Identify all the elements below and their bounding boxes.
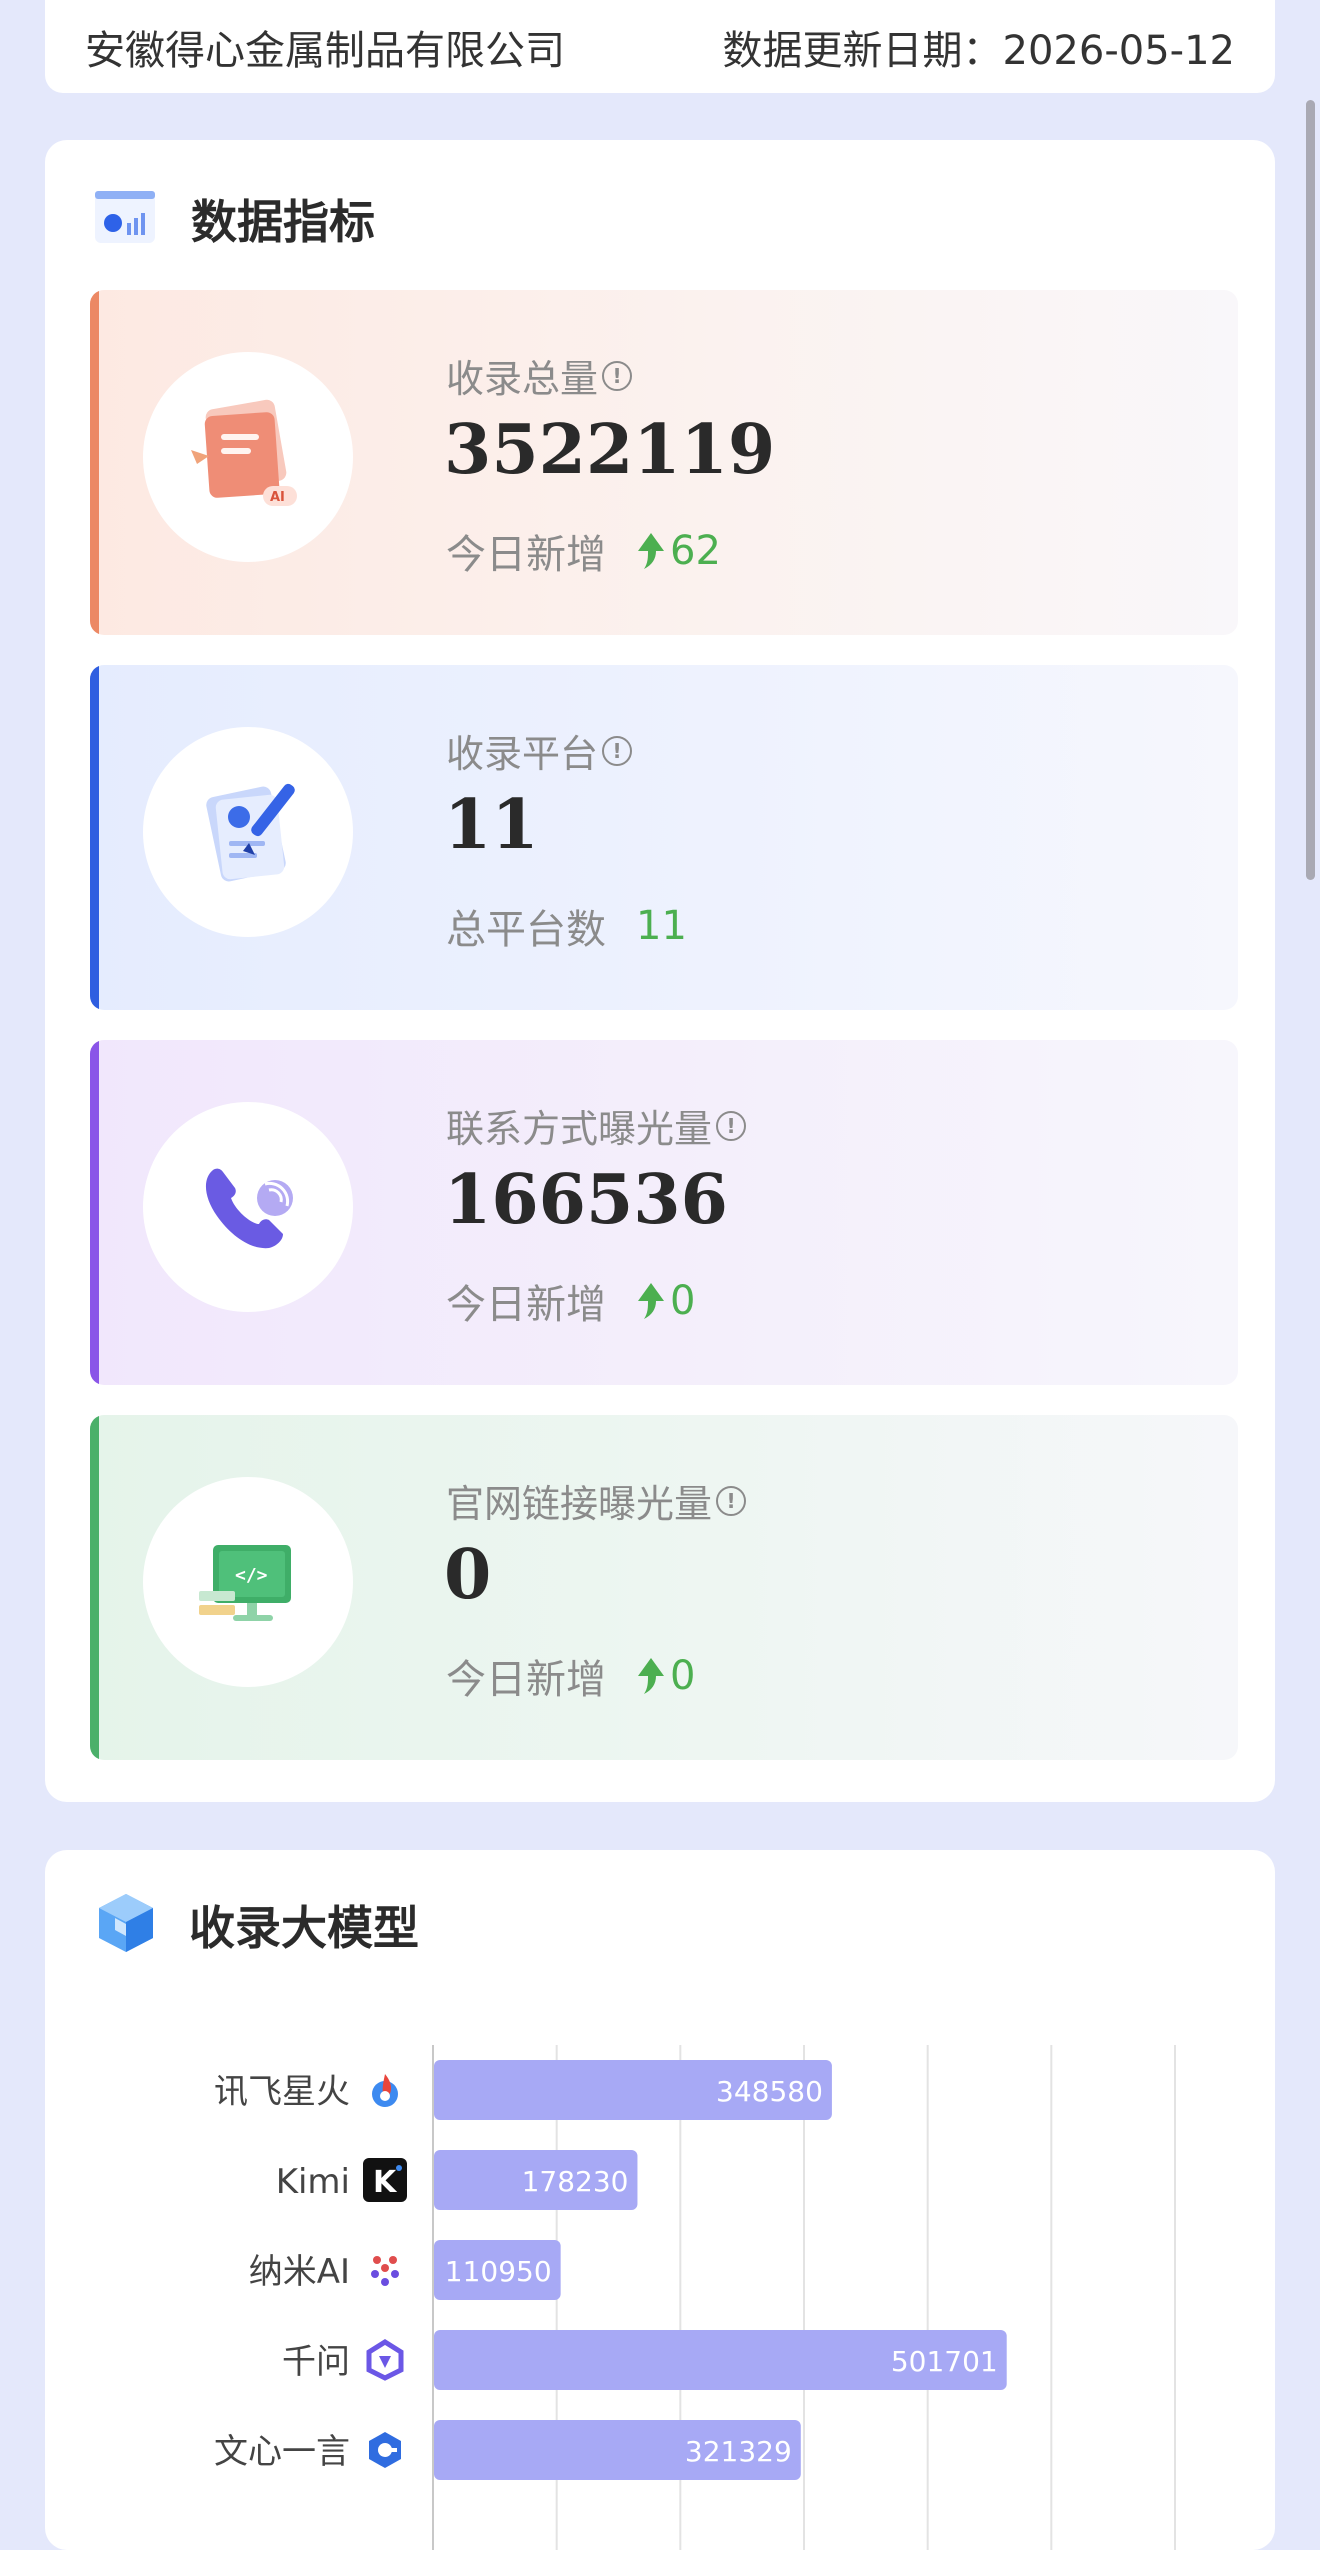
metric-delta-value: 0 <box>670 1278 696 1324</box>
info-icon[interactable]: ! <box>716 1485 747 1516</box>
metric-value: 166536 <box>444 1160 728 1240</box>
metric-card-website-exposure: </> 官网链接曝光量 ! 0 今日新增 0 <box>90 1415 1238 1760</box>
metric-label: 官网链接曝光量 ! <box>446 1473 747 1528</box>
accent-bar <box>90 1415 99 1760</box>
metric-card-contact-exposure: 联系方式曝光量 ! 166536 今日新增 0 <box>90 1040 1238 1385</box>
metric-sub-label: 今日新增 <box>446 1282 606 1328</box>
metric-sub: 今日新增 0 <box>446 1647 695 1705</box>
info-icon[interactable]: ! <box>602 360 633 391</box>
metric-sub: 今日新增 62 <box>446 522 721 580</box>
metrics-card: 数据指标 AI 收录总量 ! 3522119 今日新增 62 收录平台 ! 11… <box>45 140 1275 1802</box>
metric-sub-label: 今日新增 <box>446 532 606 578</box>
wenxin-logo-icon <box>369 2432 401 2468</box>
models-card: 收录大模型 讯飞星火 348580 Kimi K 178230 纳米AI 110950 千问 5… <box>45 1850 1275 2550</box>
qianwen-logo-icon <box>366 2339 404 2381</box>
metric-label-text: 联系方式曝光量 <box>446 1107 713 1151</box>
svg-text:AI: AI <box>270 490 285 505</box>
category-label: 纳米AI <box>249 2252 350 2292</box>
metrics-card-header: 数据指标 <box>93 184 375 254</box>
spark-flame-icon <box>372 2074 398 2107</box>
metric-sub-label: 今日新增 <box>446 1657 606 1703</box>
metric-value: 11 <box>444 785 539 865</box>
bar-value-label: 110950 <box>445 2255 552 2288</box>
update-date-value: 2026-05-12 <box>1002 27 1235 74</box>
category-label: 文心一言 <box>214 2432 350 2472</box>
category-label: 讯飞星火 <box>214 2072 350 2112</box>
metric-delta-value: 62 <box>670 528 721 574</box>
kimi-logo-icon: K <box>363 2158 407 2202</box>
metric-label: 联系方式曝光量 ! <box>446 1098 747 1153</box>
document-ai-icon: AI <box>143 352 353 562</box>
metric-sub: 总平台数 11 <box>446 897 687 955</box>
accent-bar <box>90 665 99 1010</box>
info-icon[interactable]: ! <box>602 735 633 766</box>
metric-sub: 今日新增 0 <box>446 1272 695 1330</box>
metrics-title: 数据指标 <box>191 195 375 249</box>
metric-delta-value: 0 <box>670 1653 696 1699</box>
update-date-label: 数据更新日期： <box>722 27 1003 74</box>
metric-label-text: 收录总量 <box>446 357 599 401</box>
metric-delta-value: 11 <box>636 903 687 949</box>
metric-value: 3522119 <box>444 410 776 490</box>
metric-label: 收录平台 ! <box>446 723 633 778</box>
metric-label-text: 官网链接曝光量 <box>446 1482 713 1526</box>
update-date: 数据更新日期：2026-05-12 <box>723 18 1235 76</box>
bar-value-label: 348580 <box>716 2075 823 2108</box>
accent-bar <box>90 1040 99 1385</box>
arrow-up-icon <box>638 1658 664 1694</box>
metric-card-platforms: 收录平台 ! 11 总平台数 11 <box>90 665 1238 1010</box>
bar-value-label: 501701 <box>891 2345 998 2378</box>
category-label: 千问 <box>282 2342 350 2382</box>
nami-logo-icon <box>371 2256 399 2286</box>
metric-value: 0 <box>444 1535 492 1615</box>
svg-text:</>: </> <box>235 1565 268 1586</box>
category-label: Kimi <box>276 2162 350 2202</box>
svg-text:K: K <box>373 2165 398 2200</box>
metric-label-text: 收录平台 <box>446 732 599 776</box>
dashboard-chart-icon <box>93 189 157 249</box>
metric-sub-label: 总平台数 <box>446 907 606 953</box>
scrollbar[interactable] <box>1306 100 1315 880</box>
bar-value-label: 321329 <box>685 2435 792 2468</box>
arrow-up-icon <box>638 1283 664 1319</box>
metric-delta: 0 <box>636 1653 695 1699</box>
models-bar-chart: 讯飞星火 348580 Kimi K 178230 纳米AI 110950 千问 501701 文… <box>214 2045 1176 2550</box>
info-icon[interactable]: ! <box>716 1110 747 1141</box>
bar-value-label: 178230 <box>522 2165 629 2198</box>
metric-delta: 11 <box>636 903 687 949</box>
metric-card-total: AI 收录总量 ! 3522119 今日新增 62 <box>90 290 1238 635</box>
top-info-bar: 安徽得心金属制品有限公司 数据更新日期：2026-05-12 <box>45 0 1275 93</box>
accent-bar <box>90 290 99 635</box>
metric-label: 收录总量 ! <box>446 348 633 403</box>
clipboard-pen-icon <box>143 727 353 937</box>
phone-call-icon <box>143 1102 353 1312</box>
metric-delta: 0 <box>636 1278 695 1324</box>
metric-delta: 62 <box>636 528 721 574</box>
arrow-up-icon <box>638 533 664 569</box>
monitor-code-icon: </> <box>143 1477 353 1687</box>
company-name: 安徽得心金属制品有限公司 <box>85 27 565 74</box>
